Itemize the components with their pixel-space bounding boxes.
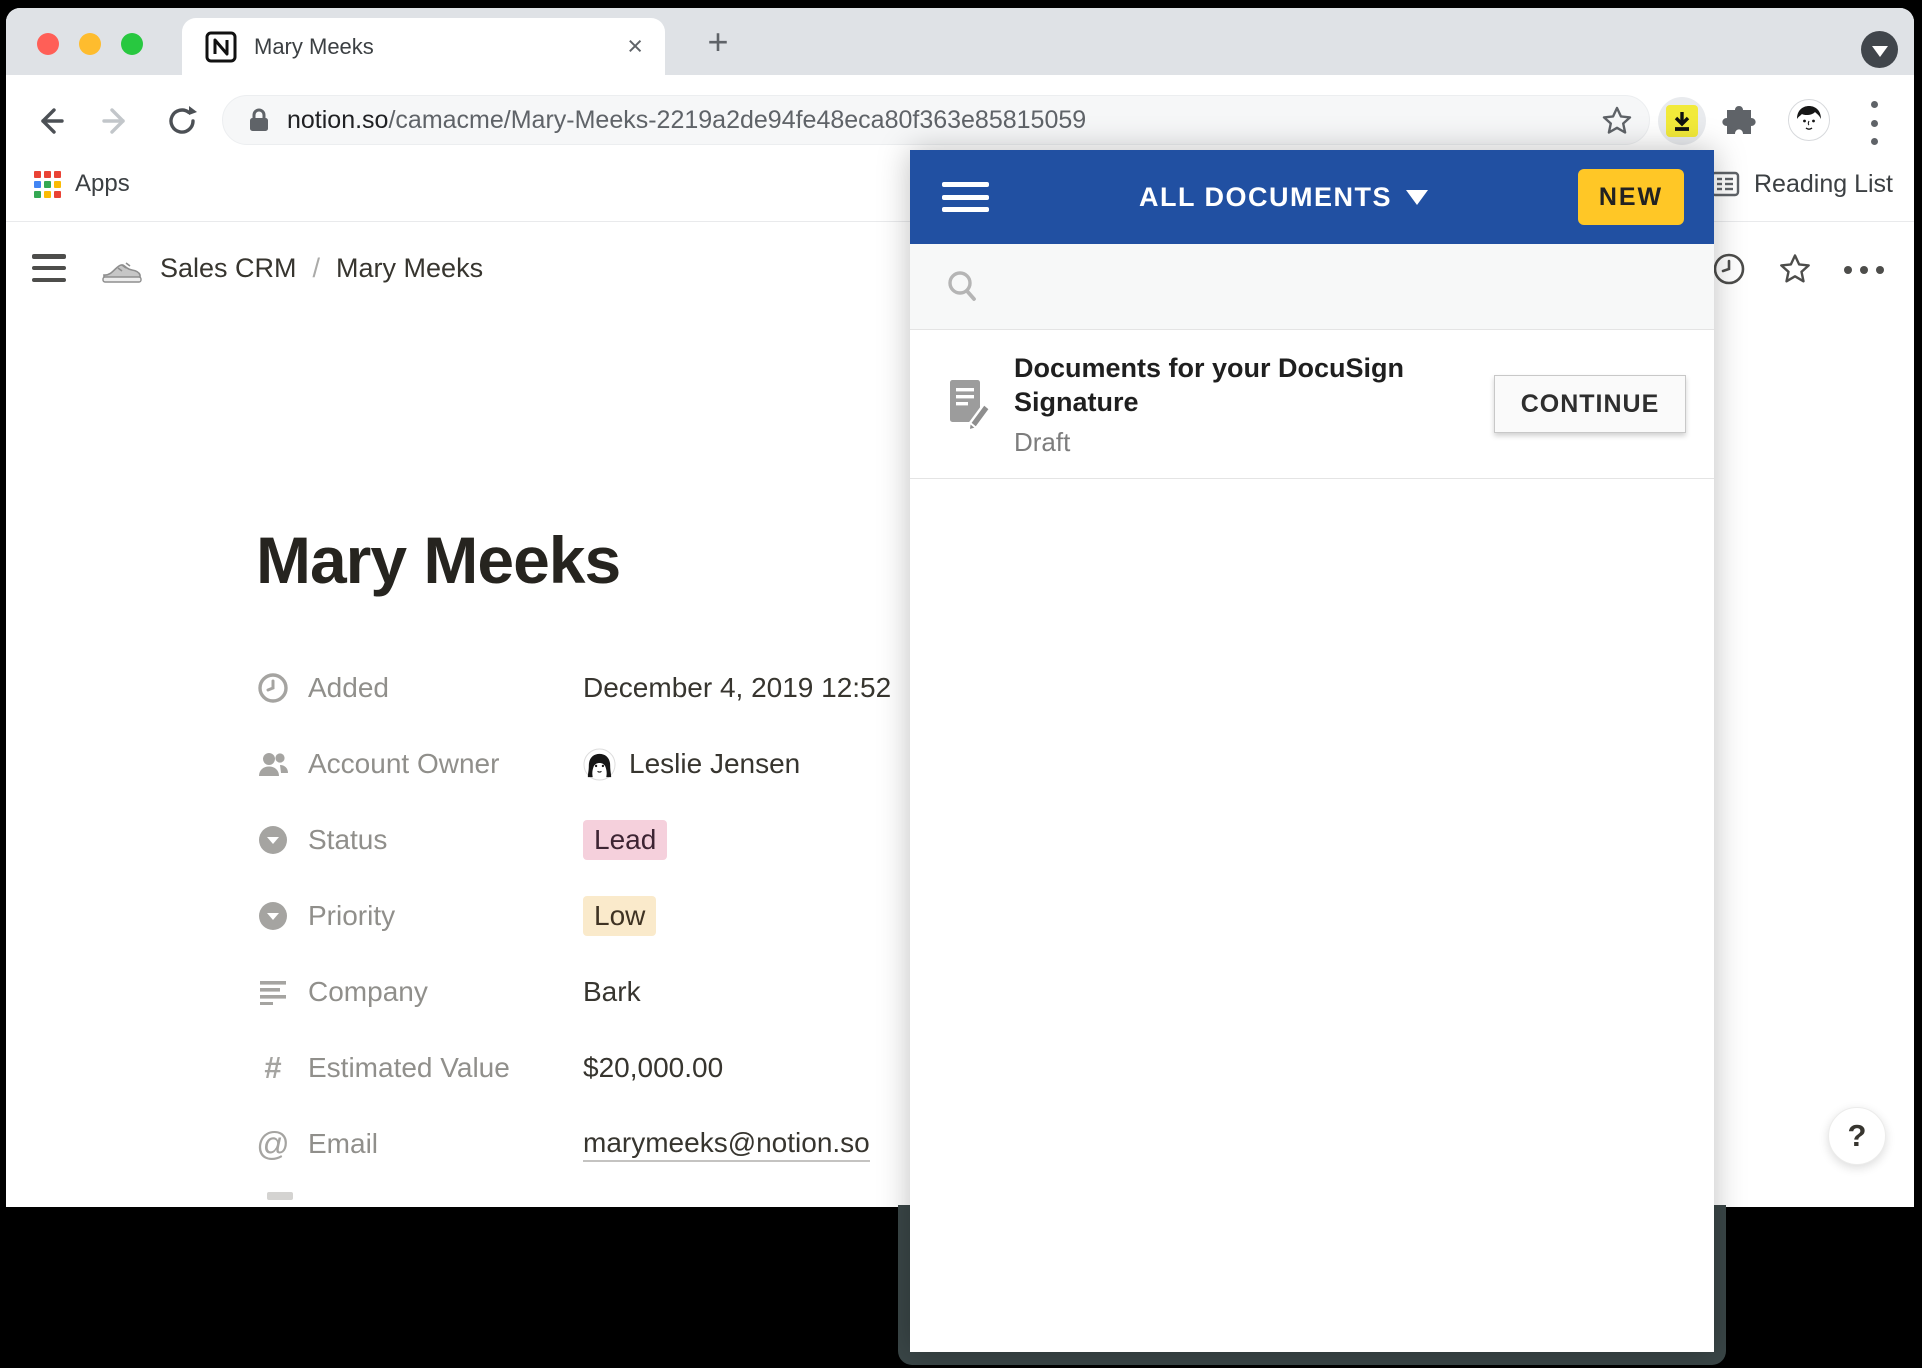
apps-shortcut[interactable]: Apps — [34, 147, 130, 221]
lock-icon — [247, 107, 271, 133]
person-name: Leslie Jensen — [629, 748, 800, 780]
apps-label: Apps — [75, 170, 130, 198]
leslie-jensen-avatar — [583, 748, 616, 781]
forward-button[interactable] — [98, 103, 134, 139]
document-search-bar[interactable] — [910, 244, 1714, 330]
property-value: $20,000.00 — [583, 1052, 723, 1084]
chevron-down-icon — [1872, 46, 1888, 57]
reading-list-button[interactable]: Reading List — [1710, 147, 1893, 221]
sidebar-toggle-icon[interactable] — [32, 254, 66, 282]
docusign-extension-button[interactable] — [1658, 97, 1706, 145]
download-arrow-icon — [1666, 105, 1698, 137]
tab-search-button[interactable] — [1861, 31, 1898, 68]
partial-next-property-icon — [267, 1192, 293, 1200]
sneaker-icon — [100, 248, 144, 288]
text-icon — [256, 975, 290, 1009]
chrome-menu-button[interactable] — [1870, 101, 1878, 145]
macos-close-button[interactable] — [37, 33, 59, 55]
page-title[interactable]: Mary Meeks — [256, 522, 620, 598]
chevron-down-icon — [1406, 190, 1428, 205]
priority-badge: Low — [583, 896, 656, 936]
macos-minimize-button[interactable] — [79, 33, 101, 55]
page-more-menu[interactable] — [1844, 266, 1884, 274]
docusign-header: ALL DOCUMENTS NEW — [910, 150, 1714, 244]
reading-list-icon — [1710, 169, 1740, 199]
property-label: Company — [308, 976, 558, 1008]
browser-tab[interactable]: Mary Meeks × — [182, 18, 665, 75]
property-label: Added — [308, 672, 558, 704]
document-info: Documents for your DocuSign Signature Dr… — [1014, 351, 1494, 458]
property-value: Low — [583, 896, 656, 936]
breadcrumb-current[interactable]: Mary Meeks — [336, 253, 483, 284]
continue-button[interactable]: CONTINUE — [1494, 375, 1686, 433]
new-tab-button[interactable]: + — [698, 22, 738, 62]
email-link[interactable]: marymeeks@notion.so — [583, 1127, 870, 1162]
docusign-panel-body — [910, 479, 1714, 1352]
help-button[interactable]: ? — [1828, 1107, 1886, 1165]
property-value: December 4, 2019 12:52 — [583, 672, 891, 704]
reading-list-label: Reading List — [1754, 170, 1893, 199]
url-text: notion.so/camacme/Mary-Meeks-2219a2de94f… — [287, 106, 1086, 135]
tab-close-icon[interactable]: × — [627, 33, 643, 60]
property-value: Bark — [583, 976, 641, 1008]
new-document-button[interactable]: NEW — [1578, 169, 1684, 225]
people-icon — [256, 747, 290, 781]
select-icon — [256, 899, 290, 933]
search-icon — [944, 268, 982, 306]
reload-button[interactable] — [164, 103, 200, 139]
apps-grid-icon — [34, 171, 61, 198]
hash-icon: # — [256, 1051, 290, 1085]
document-status: Draft — [1014, 427, 1494, 458]
favorite-star-icon[interactable] — [1778, 252, 1812, 286]
tab-title: Mary Meeks — [254, 34, 627, 60]
property-label: Status — [308, 824, 558, 856]
breadcrumb-root[interactable]: Sales CRM — [160, 253, 297, 284]
status-badge: Lead — [583, 820, 667, 860]
property-label: Account Owner — [308, 748, 558, 780]
documents-dropdown-label: ALL DOCUMENTS — [1139, 182, 1392, 213]
updates-clock-icon[interactable] — [1712, 252, 1746, 286]
notion-logo-icon — [204, 30, 238, 64]
document-title: Documents for your DocuSign Signature — [1014, 351, 1494, 419]
property-label: Email — [308, 1128, 558, 1160]
profile-avatar[interactable] — [1788, 99, 1830, 141]
property-label: Priority — [308, 900, 558, 932]
tab-strip: Mary Meeks × + — [6, 8, 1914, 75]
clock-icon — [256, 671, 290, 705]
breadcrumb: Sales CRM / Mary Meeks — [100, 246, 483, 290]
property-label: Estimated Value — [308, 1052, 558, 1084]
back-button[interactable] — [32, 103, 68, 139]
bookmark-star-icon[interactable] — [1601, 105, 1633, 137]
extensions-puzzle-icon[interactable] — [1722, 102, 1758, 138]
breadcrumb-separator: / — [313, 253, 321, 284]
url-domain: notion.so — [287, 106, 388, 134]
browser-toolbar: notion.so/camacme/Mary-Meeks-2219a2de94f… — [6, 75, 1914, 147]
property-value: marymeeks@notion.so — [583, 1127, 870, 1162]
document-sign-icon — [944, 377, 992, 431]
url-path: /camacme/Mary-Meeks-2219a2de94fe48eca80f… — [388, 106, 1086, 134]
property-value: Lead — [583, 820, 667, 860]
select-icon — [256, 823, 290, 857]
at-icon: @ — [256, 1127, 290, 1161]
address-bar[interactable]: notion.so/camacme/Mary-Meeks-2219a2de94f… — [222, 95, 1650, 145]
document-list-item[interactable]: Documents for your DocuSign Signature Dr… — [910, 330, 1714, 479]
documents-dropdown[interactable]: ALL DOCUMENTS — [989, 182, 1578, 213]
macos-zoom-button[interactable] — [121, 33, 143, 55]
docusign-panel: ALL DOCUMENTS NEW Documents for your Doc… — [910, 150, 1714, 1352]
menu-hamburger-icon[interactable] — [942, 182, 989, 212]
property-value: Leslie Jensen — [583, 748, 800, 781]
